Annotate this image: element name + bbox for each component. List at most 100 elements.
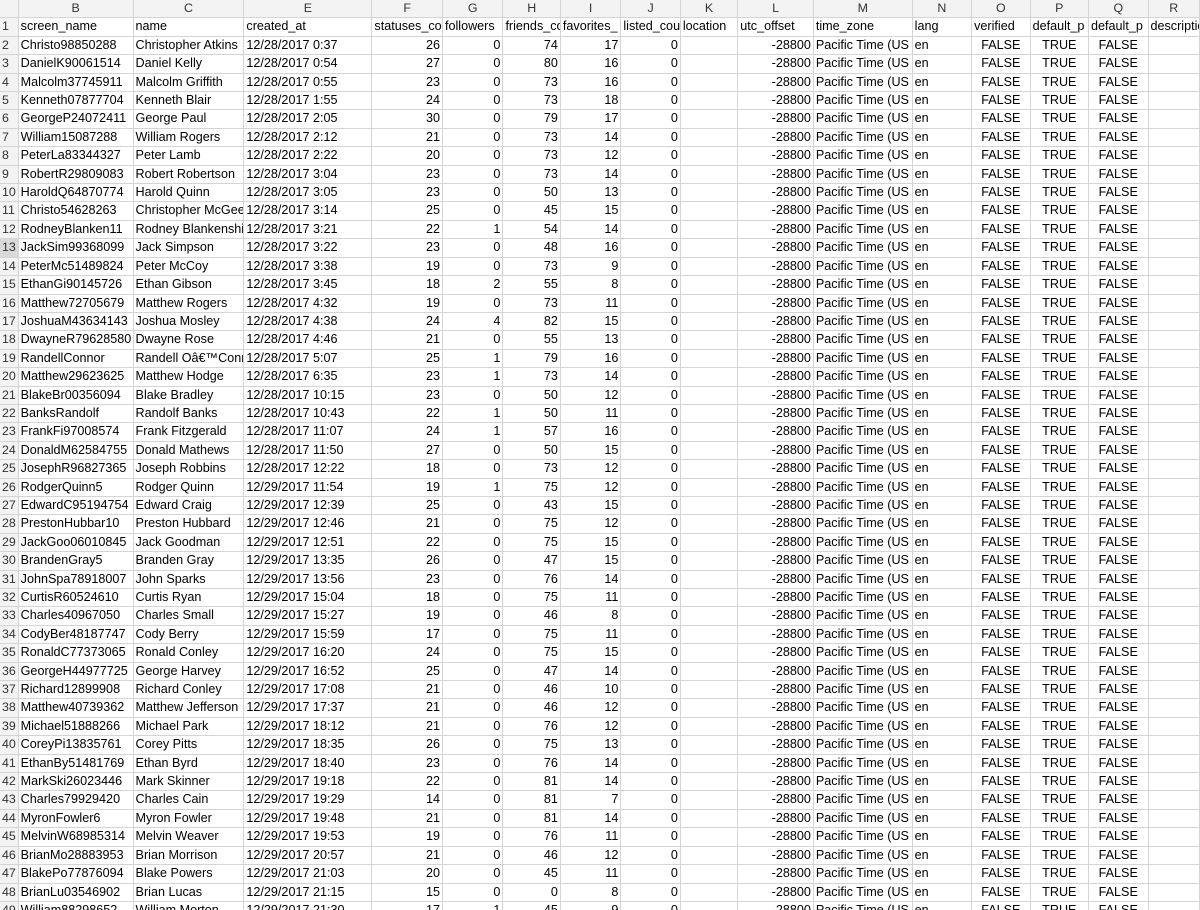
cell[interactable]: TRUE xyxy=(1030,257,1090,277)
cell[interactable]: FALSE xyxy=(971,827,1031,847)
cell[interactable]: 12/29/2017 21:03 xyxy=(243,864,373,884)
row-number[interactable]: 29 xyxy=(0,533,19,553)
row-number[interactable]: 37 xyxy=(0,680,19,700)
cell[interactable]: Pacific Time (US xyxy=(813,846,913,866)
cell[interactable]: 75 xyxy=(502,478,561,497)
cell[interactable]: Matthew72705679 xyxy=(18,294,134,313)
cell[interactable]: FALSE xyxy=(1088,36,1149,56)
cell[interactable]: 0 xyxy=(442,201,504,221)
cell[interactable]: FALSE xyxy=(1088,772,1149,792)
cell[interactable]: 15 xyxy=(560,496,622,516)
column-header-q[interactable]: Q xyxy=(1088,0,1149,19)
cell[interactable]: 0 xyxy=(620,146,681,166)
cell[interactable] xyxy=(1148,698,1200,718)
cell[interactable]: en xyxy=(912,275,973,295)
cell[interactable]: JackSim99368099 xyxy=(18,238,134,258)
cell[interactable]: RandellConnor xyxy=(18,349,134,369)
row-number[interactable]: 4 xyxy=(0,73,19,93)
cell[interactable]: FALSE xyxy=(971,735,1031,755)
cell[interactable]: 75 xyxy=(502,625,561,645)
cell[interactable] xyxy=(680,809,739,829)
cell[interactable]: FALSE xyxy=(971,901,1031,910)
cell[interactable] xyxy=(680,312,739,332)
cell[interactable]: en xyxy=(912,809,973,829)
cell[interactable]: -28800 xyxy=(737,201,814,221)
row-number[interactable]: 48 xyxy=(0,883,19,902)
cell[interactable]: -28800 xyxy=(737,36,814,56)
cell[interactable]: FALSE xyxy=(971,312,1031,332)
cell[interactable]: 19 xyxy=(371,478,443,497)
cell[interactable]: FALSE xyxy=(971,864,1031,884)
cell[interactable]: TRUE xyxy=(1030,330,1090,350)
cell[interactable]: 12/28/2017 0:54 xyxy=(243,54,373,74)
cell[interactable] xyxy=(1148,533,1200,553)
cell[interactable] xyxy=(680,662,739,682)
cell[interactable]: 12/28/2017 11:50 xyxy=(243,441,373,461)
cell[interactable]: en xyxy=(912,846,973,866)
cell[interactable]: 12/28/2017 2:22 xyxy=(243,146,373,166)
cell[interactable] xyxy=(680,367,739,387)
cell[interactable]: 46 xyxy=(502,698,561,718)
cell[interactable]: Pacific Time (US xyxy=(813,883,913,902)
cell[interactable] xyxy=(680,91,739,111)
cell[interactable]: 12/28/2017 11:07 xyxy=(243,422,373,442)
cell[interactable]: FALSE xyxy=(1088,330,1149,350)
cell[interactable]: CoreyPi13835761 xyxy=(18,735,134,755)
cell[interactable]: Ethan Gibson xyxy=(133,275,245,295)
cell[interactable]: TRUE xyxy=(1030,91,1090,111)
cell[interactable]: 43 xyxy=(502,496,561,516)
cell[interactable]: 0 xyxy=(620,91,681,111)
cell[interactable]: Edward Craig xyxy=(133,496,245,516)
cell[interactable]: -28800 xyxy=(737,698,814,718)
cell[interactable]: MelvinW68985314 xyxy=(18,827,134,847)
cell[interactable] xyxy=(680,570,739,590)
cell[interactable]: 11 xyxy=(560,625,622,645)
cell[interactable]: FALSE xyxy=(971,220,1031,240)
cell[interactable]: JackGoo06010845 xyxy=(18,533,134,553)
cell[interactable]: FALSE xyxy=(971,514,1031,534)
cell[interactable]: Randolf Banks xyxy=(133,404,245,424)
cell[interactable]: TRUE xyxy=(1030,459,1090,479)
cell[interactable]: en xyxy=(912,514,973,534)
cell[interactable]: TRUE xyxy=(1030,349,1090,369)
cell[interactable]: FALSE xyxy=(1088,570,1149,590)
cell[interactable]: TRUE xyxy=(1030,294,1090,313)
row-number[interactable]: 14 xyxy=(0,257,19,277)
cell[interactable]: EthanBy51481769 xyxy=(18,754,134,774)
cell[interactable]: Rodney Blankenshi xyxy=(133,220,245,240)
cell[interactable]: 11 xyxy=(560,588,622,608)
row-number[interactable]: 36 xyxy=(0,662,19,682)
cell[interactable]: 12/29/2017 15:04 xyxy=(243,588,373,608)
cell[interactable]: en xyxy=(912,201,973,221)
cell[interactable]: 25 xyxy=(371,496,443,516)
row-number[interactable]: 32 xyxy=(0,588,19,608)
cell[interactable]: FALSE xyxy=(1088,73,1149,93)
cell[interactable]: en xyxy=(912,91,973,111)
cell[interactable]: -28800 xyxy=(737,165,814,185)
cell[interactable]: 50 xyxy=(502,183,561,203)
cell[interactable]: TRUE xyxy=(1030,422,1090,442)
cell[interactable]: Pacific Time (US xyxy=(813,625,913,645)
cell[interactable]: -28800 xyxy=(737,386,814,405)
cell[interactable]: Pacific Time (US xyxy=(813,294,913,313)
cell[interactable]: FALSE xyxy=(971,441,1031,461)
cell[interactable]: 74 xyxy=(502,36,561,56)
cell[interactable]: Pacific Time (US xyxy=(813,312,913,332)
field-header-cell[interactable]: verified xyxy=(971,17,1031,37)
cell[interactable]: FALSE xyxy=(971,698,1031,718)
cell[interactable]: 13 xyxy=(560,183,622,203)
cell[interactable]: TRUE xyxy=(1030,827,1090,847)
cell[interactable]: FALSE xyxy=(971,588,1031,608)
cell[interactable]: Pacific Time (US xyxy=(813,901,913,910)
cell[interactable]: 14 xyxy=(560,754,622,774)
cell[interactable] xyxy=(680,330,739,350)
row-number[interactable]: 45 xyxy=(0,827,19,847)
cell[interactable]: 22 xyxy=(371,220,443,240)
cell[interactable]: 15 xyxy=(560,533,622,553)
cell[interactable]: 12/28/2017 1:55 xyxy=(243,91,373,111)
cell[interactable]: 17 xyxy=(560,36,622,56)
field-header-cell[interactable]: name xyxy=(133,17,245,37)
cell[interactable]: FALSE xyxy=(1088,662,1149,682)
cell[interactable]: TRUE xyxy=(1030,514,1090,534)
cell[interactable]: 15 xyxy=(560,441,622,461)
